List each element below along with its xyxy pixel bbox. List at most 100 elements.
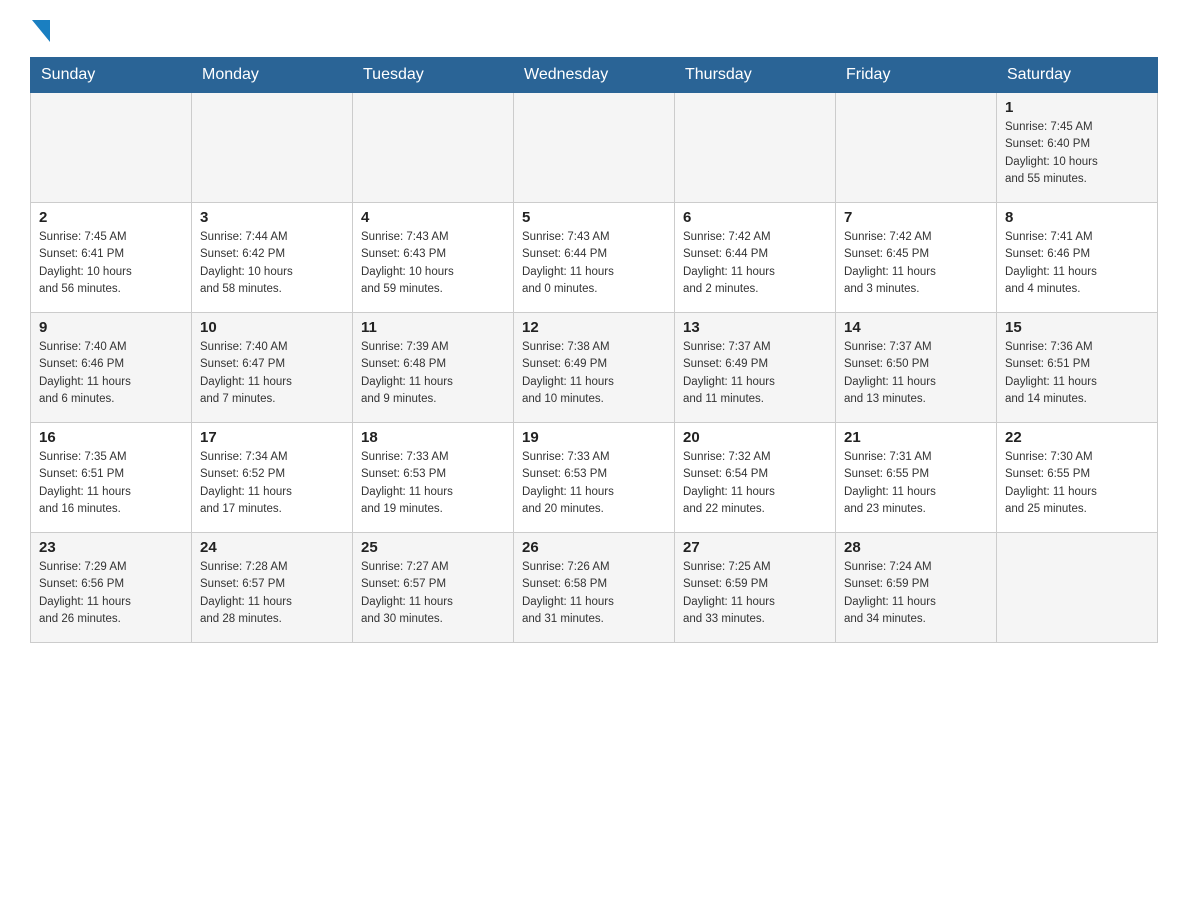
- calendar-cell: [997, 533, 1158, 643]
- day-info: Sunrise: 7:24 AMSunset: 6:59 PMDaylight:…: [844, 559, 988, 628]
- day-number: 11: [361, 319, 505, 336]
- day-info: Sunrise: 7:33 AMSunset: 6:53 PMDaylight:…: [361, 449, 505, 518]
- calendar-cell: [514, 93, 675, 203]
- day-number: 18: [361, 429, 505, 446]
- calendar-cell: 9 Sunrise: 7:40 AMSunset: 6:46 PMDaylight…: [31, 313, 192, 423]
- day-number: 26: [522, 539, 666, 556]
- day-number: 17: [200, 429, 344, 446]
- day-number: 16: [39, 429, 183, 446]
- day-number: 14: [844, 319, 988, 336]
- weekday-header-friday: Friday: [836, 58, 997, 93]
- calendar-cell: 24 Sunrise: 7:28 AMSunset: 6:57 PMDayligh…: [192, 533, 353, 643]
- calendar-week-row: 23 Sunrise: 7:29 AMSunset: 6:56 PMDayligh…: [31, 533, 1158, 643]
- calendar-week-row: 1 Sunrise: 7:45 AMSunset: 6:40 PMDaylight…: [31, 93, 1158, 203]
- day-info: Sunrise: 7:37 AMSunset: 6:50 PMDaylight:…: [844, 339, 988, 408]
- calendar-cell: 8 Sunrise: 7:41 AMSunset: 6:46 PMDaylight…: [997, 203, 1158, 313]
- day-number: 2: [39, 209, 183, 226]
- calendar-cell: 16 Sunrise: 7:35 AMSunset: 6:51 PMDayligh…: [31, 423, 192, 533]
- day-info: Sunrise: 7:27 AMSunset: 6:57 PMDaylight:…: [361, 559, 505, 628]
- calendar-cell: 2 Sunrise: 7:45 AMSunset: 6:41 PMDaylight…: [31, 203, 192, 313]
- day-info: Sunrise: 7:36 AMSunset: 6:51 PMDaylight:…: [1005, 339, 1149, 408]
- day-info: Sunrise: 7:42 AMSunset: 6:44 PMDaylight:…: [683, 229, 827, 298]
- day-info: Sunrise: 7:40 AMSunset: 6:46 PMDaylight:…: [39, 339, 183, 408]
- day-number: 20: [683, 429, 827, 446]
- calendar-cell: 14 Sunrise: 7:37 AMSunset: 6:50 PMDayligh…: [836, 313, 997, 423]
- calendar-cell: 20Sunrise: 7:32 AMSunset: 6:54 PMDayligh…: [675, 423, 836, 533]
- day-number: 24: [200, 539, 344, 556]
- day-number: 23: [39, 539, 183, 556]
- calendar-cell: 12 Sunrise: 7:38 AMSunset: 6:49 PMDayligh…: [514, 313, 675, 423]
- day-info: Sunrise: 7:31 AMSunset: 6:55 PMDaylight:…: [844, 449, 988, 518]
- day-number: 13: [683, 319, 827, 336]
- day-number: 28: [844, 539, 988, 556]
- calendar-cell: 3 Sunrise: 7:44 AMSunset: 6:42 PMDaylight…: [192, 203, 353, 313]
- day-number: 21: [844, 429, 988, 446]
- weekday-header-wednesday: Wednesday: [514, 58, 675, 93]
- day-number: 12: [522, 319, 666, 336]
- calendar-cell: [353, 93, 514, 203]
- day-number: 25: [361, 539, 505, 556]
- day-number: 8: [1005, 209, 1149, 226]
- calendar-cell: [192, 93, 353, 203]
- day-info: Sunrise: 7:38 AMSunset: 6:49 PMDaylight:…: [522, 339, 666, 408]
- calendar-cell: 17Sunrise: 7:34 AMSunset: 6:52 PMDayligh…: [192, 423, 353, 533]
- calendar-cell: [836, 93, 997, 203]
- day-number: 1: [1005, 99, 1149, 116]
- calendar-week-row: 2 Sunrise: 7:45 AMSunset: 6:41 PMDaylight…: [31, 203, 1158, 313]
- logo-arrow-icon: [32, 20, 50, 42]
- day-info: Sunrise: 7:45 AMSunset: 6:40 PMDaylight:…: [1005, 119, 1149, 188]
- calendar-cell: 1 Sunrise: 7:45 AMSunset: 6:40 PMDaylight…: [997, 93, 1158, 203]
- calendar-cell: 15 Sunrise: 7:36 AMSunset: 6:51 PMDayligh…: [997, 313, 1158, 423]
- calendar-cell: [31, 93, 192, 203]
- weekday-header-row: SundayMondayTuesdayWednesdayThursdayFrid…: [31, 58, 1158, 93]
- calendar-cell: 13 Sunrise: 7:37 AMSunset: 6:49 PMDayligh…: [675, 313, 836, 423]
- weekday-header-sunday: Sunday: [31, 58, 192, 93]
- weekday-header-monday: Monday: [192, 58, 353, 93]
- calendar-cell: 27 Sunrise: 7:25 AMSunset: 6:59 PMDayligh…: [675, 533, 836, 643]
- calendar-cell: 25 Sunrise: 7:27 AMSunset: 6:57 PMDayligh…: [353, 533, 514, 643]
- day-info: Sunrise: 7:45 AMSunset: 6:41 PMDaylight:…: [39, 229, 183, 298]
- day-info: Sunrise: 7:29 AMSunset: 6:56 PMDaylight:…: [39, 559, 183, 628]
- day-info: Sunrise: 7:40 AMSunset: 6:47 PMDaylight:…: [200, 339, 344, 408]
- day-number: 19: [522, 429, 666, 446]
- day-number: 3: [200, 209, 344, 226]
- weekday-header-tuesday: Tuesday: [353, 58, 514, 93]
- day-number: 22: [1005, 429, 1149, 446]
- calendar-cell: 5 Sunrise: 7:43 AMSunset: 6:44 PMDaylight…: [514, 203, 675, 313]
- calendar-cell: 26 Sunrise: 7:26 AMSunset: 6:58 PMDayligh…: [514, 533, 675, 643]
- day-info: Sunrise: 7:42 AMSunset: 6:45 PMDaylight:…: [844, 229, 988, 298]
- day-number: 15: [1005, 319, 1149, 336]
- calendar-cell: 6 Sunrise: 7:42 AMSunset: 6:44 PMDaylight…: [675, 203, 836, 313]
- day-info: Sunrise: 7:33 AMSunset: 6:53 PMDaylight:…: [522, 449, 666, 518]
- calendar-week-row: 16 Sunrise: 7:35 AMSunset: 6:51 PMDayligh…: [31, 423, 1158, 533]
- day-number: 27: [683, 539, 827, 556]
- day-number: 9: [39, 319, 183, 336]
- day-info: Sunrise: 7:35 AMSunset: 6:51 PMDaylight:…: [39, 449, 183, 518]
- calendar-cell: 23 Sunrise: 7:29 AMSunset: 6:56 PMDayligh…: [31, 533, 192, 643]
- calendar-cell: 4Sunrise: 7:43 AMSunset: 6:43 PMDaylight…: [353, 203, 514, 313]
- day-info: Sunrise: 7:43 AMSunset: 6:44 PMDaylight:…: [522, 229, 666, 298]
- day-number: 6: [683, 209, 827, 226]
- day-number: 5: [522, 209, 666, 226]
- calendar-cell: 11 Sunrise: 7:39 AMSunset: 6:48 PMDayligh…: [353, 313, 514, 423]
- calendar-cell: [675, 93, 836, 203]
- day-info: Sunrise: 7:26 AMSunset: 6:58 PMDaylight:…: [522, 559, 666, 628]
- day-info: Sunrise: 7:37 AMSunset: 6:49 PMDaylight:…: [683, 339, 827, 408]
- weekday-header-saturday: Saturday: [997, 58, 1158, 93]
- day-number: 10: [200, 319, 344, 336]
- day-info: Sunrise: 7:41 AMSunset: 6:46 PMDaylight:…: [1005, 229, 1149, 298]
- calendar-cell: 22Sunrise: 7:30 AMSunset: 6:55 PMDayligh…: [997, 423, 1158, 533]
- calendar-cell: 10 Sunrise: 7:40 AMSunset: 6:47 PMDayligh…: [192, 313, 353, 423]
- calendar-cell: 7 Sunrise: 7:42 AMSunset: 6:45 PMDaylight…: [836, 203, 997, 313]
- day-number: 4: [361, 209, 505, 226]
- day-number: 7: [844, 209, 988, 226]
- calendar-cell: 18 Sunrise: 7:33 AMSunset: 6:53 PMDayligh…: [353, 423, 514, 533]
- calendar-cell: 21 Sunrise: 7:31 AMSunset: 6:55 PMDayligh…: [836, 423, 997, 533]
- calendar-cell: 19 Sunrise: 7:33 AMSunset: 6:53 PMDayligh…: [514, 423, 675, 533]
- day-info: Sunrise: 7:28 AMSunset: 6:57 PMDaylight:…: [200, 559, 344, 628]
- day-info: Sunrise: 7:39 AMSunset: 6:48 PMDaylight:…: [361, 339, 505, 408]
- day-info: Sunrise: 7:44 AMSunset: 6:42 PMDaylight:…: [200, 229, 344, 298]
- calendar-cell: 28 Sunrise: 7:24 AMSunset: 6:59 PMDayligh…: [836, 533, 997, 643]
- day-info: Sunrise: 7:25 AMSunset: 6:59 PMDaylight:…: [683, 559, 827, 628]
- logo: [30, 20, 50, 47]
